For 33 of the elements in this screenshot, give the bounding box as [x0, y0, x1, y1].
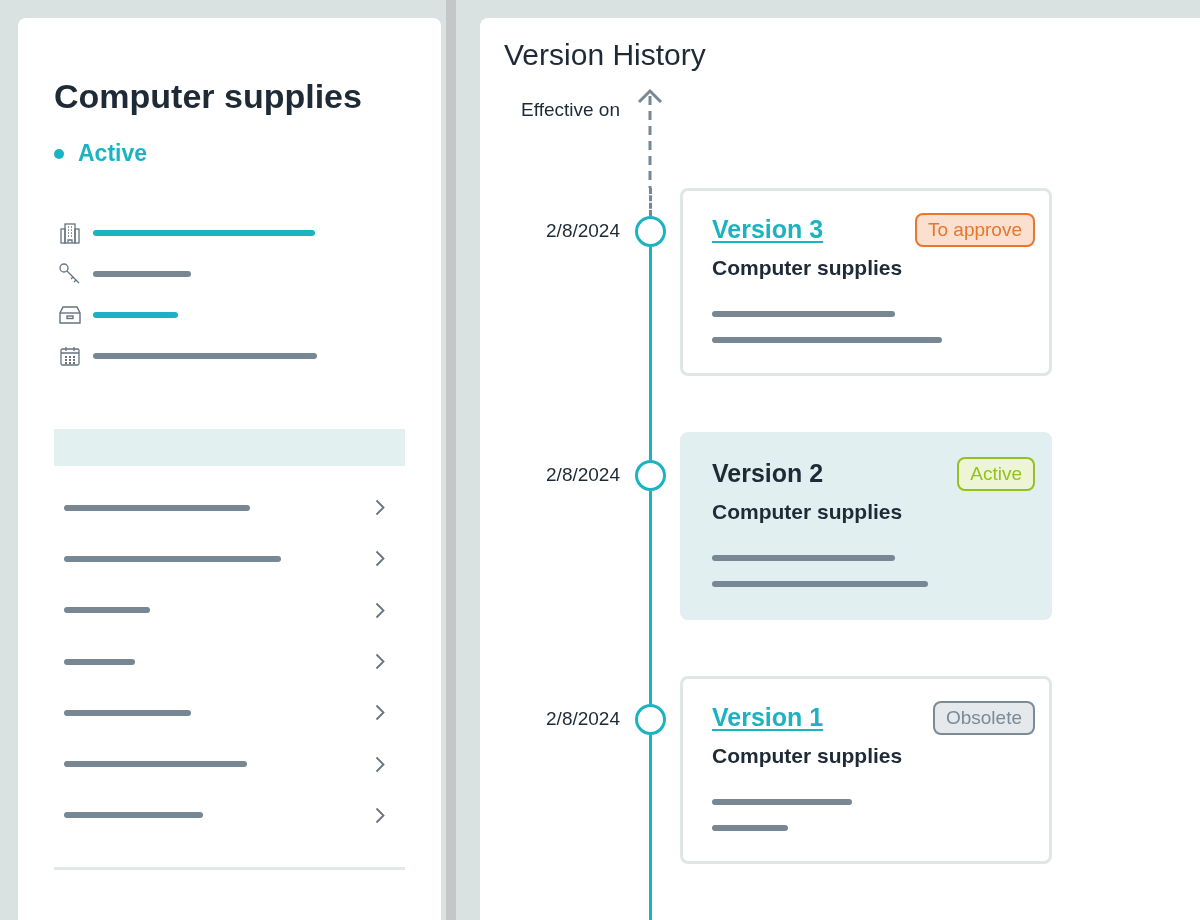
- timeline-node: [634, 704, 666, 735]
- status-badge: To approve: [915, 213, 1035, 247]
- chevron-right-icon[interactable]: [374, 499, 385, 517]
- chevron-right-icon[interactable]: [374, 550, 385, 568]
- timeline-node: [634, 216, 666, 247]
- record-title: Computer supplies: [54, 76, 363, 117]
- chevron-right-icon[interactable]: [374, 755, 385, 773]
- building-icon: [59, 221, 81, 244]
- chevron-right-icon[interactable]: [374, 704, 385, 722]
- status-label: Active: [78, 140, 148, 167]
- calendar-icon: [60, 345, 80, 366]
- status-badge: Obsolete: [932, 701, 1035, 735]
- version-subtitle: Computer supplies: [712, 499, 904, 525]
- axis-label: Effective on: [520, 98, 620, 122]
- drawer-icon: [59, 304, 81, 325]
- chevron-right-icon[interactable]: [374, 601, 385, 619]
- version-card[interactable]: Version 1 Obsolete Computer supplies: [680, 676, 1052, 864]
- splitter-handle[interactable]: [445, 0, 456, 920]
- chevron-right-icon[interactable]: [374, 653, 385, 671]
- timeline-node: [634, 460, 666, 491]
- chevron-right-icon[interactable]: [374, 806, 385, 824]
- effective-date: 2/8/2024: [545, 463, 620, 487]
- version-subtitle: Computer supplies: [712, 255, 904, 281]
- effective-date: 2/8/2024: [545, 219, 620, 243]
- version-card[interactable]: Version 3 To approve Computer supplies: [680, 188, 1052, 376]
- status-badge: Active: [957, 457, 1035, 491]
- effective-date: 2/8/2024: [545, 707, 620, 731]
- version-card[interactable]: Version 2 Active Computer supplies: [680, 432, 1052, 620]
- version-title: Version 2: [712, 458, 824, 489]
- key-icon: [58, 261, 82, 286]
- version-subtitle: Computer supplies: [712, 743, 904, 769]
- placeholder-line: [64, 658, 135, 665]
- panel-title: Version History: [504, 38, 707, 72]
